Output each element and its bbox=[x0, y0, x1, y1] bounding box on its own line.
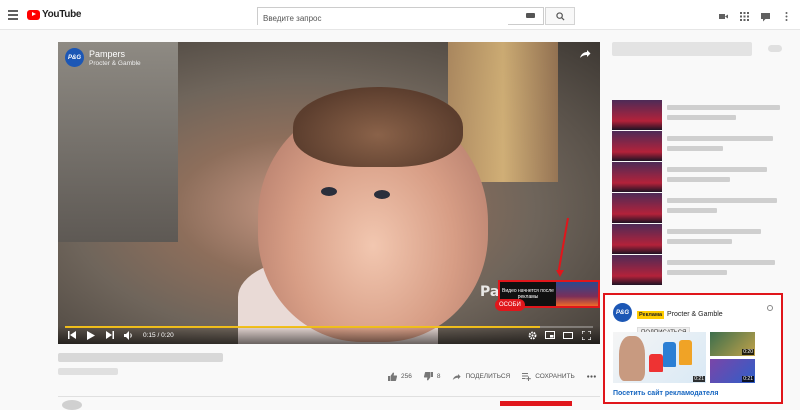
share-button[interactable]: ПОДЕЛИТЬСЯ bbox=[452, 373, 510, 381]
save-label: СОХРАНИТЬ bbox=[535, 373, 575, 380]
messages-icon[interactable] bbox=[760, 9, 771, 22]
video-duration: 0:20 bbox=[742, 349, 754, 355]
like-count: 256 bbox=[401, 373, 412, 380]
ad-media: 0:21 0:20 0:21 bbox=[613, 332, 755, 383]
like-button[interactable]: 256 bbox=[388, 372, 412, 381]
search-button[interactable] bbox=[545, 7, 575, 25]
ad-side-image[interactable]: 0:21 bbox=[710, 359, 755, 383]
more-icon[interactable] bbox=[781, 9, 792, 21]
video-baby-eye-left bbox=[321, 187, 337, 196]
video-thumbnail bbox=[612, 100, 662, 130]
more-horizontal-icon bbox=[586, 375, 596, 378]
ad-info-icon[interactable] bbox=[767, 305, 773, 311]
up-next-sidebar bbox=[612, 42, 792, 285]
video-baby-hair bbox=[293, 87, 463, 167]
keyboard-icon[interactable] bbox=[526, 13, 535, 18]
search-input[interactable] bbox=[258, 10, 508, 27]
channel-divider bbox=[58, 396, 600, 398]
fullscreen-icon[interactable] bbox=[581, 330, 591, 340]
thumbs-up-icon bbox=[388, 372, 397, 381]
ad-product-bottle bbox=[649, 354, 663, 372]
video-title-blurred bbox=[58, 353, 223, 362]
time-display: 0:15 / 0:20 bbox=[143, 331, 174, 339]
ad-main-person bbox=[619, 336, 645, 381]
channel-avatar-blurred bbox=[62, 400, 82, 410]
theater-mode-icon[interactable] bbox=[563, 330, 573, 340]
dislike-button[interactable]: 8 bbox=[423, 372, 441, 381]
create-video-icon[interactable] bbox=[718, 9, 729, 20]
sidebar-video-item[interactable] bbox=[612, 100, 792, 130]
more-actions-button[interactable] bbox=[586, 375, 600, 378]
video-duration: 0:21 bbox=[693, 376, 705, 382]
youtube-logo[interactable]: YouTube bbox=[27, 9, 82, 20]
sidebar-video-item[interactable] bbox=[612, 131, 792, 161]
ad-pill-button[interactable]: ОСОБИ bbox=[495, 299, 525, 311]
video-title[interactable]: Pampers bbox=[89, 49, 141, 59]
video-info-section: 256 8 ПОДЕЛИТЬСЯ СОХРАНИТЬ bbox=[58, 348, 600, 410]
ad-side-image[interactable]: 0:20 bbox=[710, 332, 755, 356]
video-thumbnail bbox=[612, 255, 662, 285]
sidebar-video-item[interactable] bbox=[612, 162, 792, 192]
video-thumbnail bbox=[612, 131, 662, 161]
sidebar-video-item[interactable] bbox=[612, 224, 792, 254]
annotation-arrow-head bbox=[556, 270, 564, 277]
share-icon bbox=[453, 373, 462, 380]
video-actions: 256 8 ПОДЕЛИТЬСЯ СОХРАНИТЬ bbox=[388, 372, 612, 381]
video-baby-eye-right bbox=[374, 190, 390, 199]
visit-advertiser-link[interactable]: Посетить сайт рекламодателя bbox=[613, 390, 718, 397]
up-next-header-blurred bbox=[612, 42, 752, 56]
video-thumbnail bbox=[612, 162, 662, 192]
video-player[interactable]: P&G Pampers Procter & Gamble Pam Видео н… bbox=[58, 42, 600, 344]
youtube-play-icon bbox=[27, 9, 40, 20]
play-icon[interactable] bbox=[86, 330, 96, 340]
video-background-sofa bbox=[58, 42, 178, 242]
sidebar-video-item[interactable] bbox=[612, 193, 792, 223]
volume-icon[interactable] bbox=[124, 330, 134, 340]
video-subtitle: Procter & Gamble bbox=[89, 59, 141, 67]
advertiser-name[interactable]: Procter & Gamble bbox=[667, 311, 723, 318]
video-thumbnail bbox=[612, 193, 662, 223]
dislike-count: 8 bbox=[436, 373, 441, 380]
subscribe-button-partial[interactable] bbox=[500, 401, 572, 406]
sidebar-video-item[interactable] bbox=[612, 255, 792, 285]
logo-text: YouTube bbox=[42, 9, 82, 20]
miniplayer-icon[interactable] bbox=[545, 330, 555, 340]
video-thumbnail bbox=[612, 224, 662, 254]
previous-icon[interactable] bbox=[67, 330, 77, 340]
top-bar: YouTube bbox=[0, 0, 800, 30]
search-icon bbox=[555, 11, 565, 21]
playlist-add-icon bbox=[522, 372, 532, 381]
apps-icon[interactable] bbox=[739, 9, 750, 21]
ad-preview-thumbnail bbox=[556, 282, 598, 306]
share-label: ПОДЕЛИТЬСЯ bbox=[465, 373, 511, 380]
ad-product-bottle bbox=[679, 340, 692, 365]
video-duration: 0:21 bbox=[742, 376, 754, 382]
thumbs-down-icon bbox=[423, 372, 433, 381]
top-icons bbox=[718, 9, 792, 22]
video-channel-header[interactable]: P&G Pampers Procter & Gamble bbox=[65, 48, 141, 67]
advertiser-logo[interactable]: P&G bbox=[613, 303, 632, 322]
autoplay-toggle[interactable] bbox=[768, 45, 782, 52]
share-arrow-icon[interactable] bbox=[579, 49, 591, 59]
companion-ad-card[interactable]: P&G РекламаProcter & Gamble ПОДПИСАТЬСЯ … bbox=[603, 293, 783, 404]
channel-avatar[interactable]: P&G bbox=[65, 48, 84, 67]
ad-badge: Реклама bbox=[637, 311, 665, 319]
ad-product-bottle bbox=[663, 342, 676, 367]
ad-main-image[interactable]: 0:21 bbox=[613, 332, 706, 383]
next-icon[interactable] bbox=[105, 330, 115, 340]
view-count-blurred bbox=[58, 368, 118, 375]
menu-icon[interactable] bbox=[8, 10, 18, 20]
settings-icon[interactable] bbox=[527, 330, 537, 340]
search-box bbox=[257, 7, 544, 27]
player-controls: 0:15 / 0:20 bbox=[58, 326, 600, 344]
save-button[interactable]: СОХРАНИТЬ bbox=[522, 372, 575, 381]
